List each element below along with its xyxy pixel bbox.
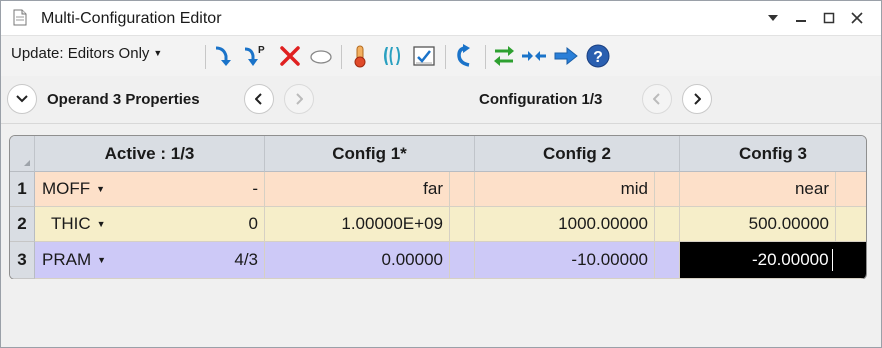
operand-param-cell[interactable]: - [170,172,265,207]
chevron-down-icon: ▼ [97,255,107,265]
operand-param-cell[interactable]: 0 [170,207,265,242]
empty-area [1,279,881,347]
config-1-value-cell[interactable]: 1.00000E+09 [265,207,450,242]
maximize-button[interactable] [817,7,841,29]
delete-operand-icon[interactable] [277,43,303,69]
row-number[interactable]: 3 [10,242,35,279]
solve-cell[interactable] [836,172,866,207]
ellipse-icon[interactable] [308,43,334,69]
operand-type-dropdown[interactable]: PRAM ▼ [35,242,170,279]
previous-configuration-button[interactable] [642,84,672,114]
collapse-arrows-icon[interactable] [521,43,547,69]
solve-cell[interactable] [655,172,680,207]
expand-properties-button[interactable] [7,84,37,114]
swap-arrows-icon[interactable] [491,43,517,69]
previous-operand-button[interactable] [244,84,274,114]
next-configuration-button[interactable] [682,84,712,114]
next-operand-button[interactable] [284,84,314,114]
config-3-value-cell[interactable]: 500.00000 [680,207,836,242]
operand-type-label: PRAM [42,250,92,269]
configuration-grid: Active : 1/3 Config 1* Config 2 Config 3… [9,135,867,280]
chevron-down-icon: ▼ [153,48,163,58]
chevron-down-icon [16,95,28,103]
solve-cell[interactable] [450,172,475,207]
config-1-value-cell[interactable]: far [265,172,450,207]
chevron-left-icon [255,93,262,105]
title-bar: Multi-Configuration Editor [1,1,881,35]
dropdown-arrow-icon[interactable] [761,7,785,29]
config-2-value-cell[interactable]: 1000.00000 [475,207,655,242]
arrow-right-icon[interactable] [553,43,579,69]
insert-operand-icon[interactable] [211,43,237,69]
toolbar-separator [205,45,206,69]
lens-elements-icon[interactable] [379,43,405,69]
config-3-value-cell-editing[interactable]: -20.00000 [680,242,866,279]
chevron-left-icon [653,93,660,105]
config-3-value-cell[interactable]: near [680,172,836,207]
toolbar-separator [341,45,342,69]
editing-value: -20.00000 [752,250,829,269]
operand-type-label: MOFF [42,179,91,198]
chevron-down-icon: ▼ [96,219,106,229]
operand-properties-label: Operand 3 Properties [47,91,200,108]
config-1-value-cell[interactable]: 0.00000 [265,242,450,279]
toolbar-separator [485,45,486,69]
operand-param-cell[interactable]: 4/3 [170,242,265,279]
window-title: Multi-Configuration Editor [41,10,222,27]
operand-type-dropdown[interactable]: THIC ▼ [35,207,170,242]
chevron-right-icon [296,93,303,105]
toolbar-separator [445,45,446,69]
toolbar: Update: Editors Only ▼ P ? [1,35,881,76]
insert-after-icon[interactable]: P [241,43,267,69]
configuration-label: Configuration 1/3 [479,91,603,108]
row-number[interactable]: 2 [10,207,35,242]
help-icon[interactable]: ? [585,43,611,69]
operand-type-dropdown[interactable]: MOFF ▼ [35,172,170,207]
check-checkbox-icon[interactable] [411,43,437,69]
close-button[interactable] [845,7,869,29]
chevron-down-icon: ▼ [96,184,106,194]
make-thermal-icon[interactable] [347,43,373,69]
config-2-value-cell[interactable]: -10.00000 [475,242,655,279]
text-cursor [831,249,833,271]
solve-cell[interactable] [655,207,680,242]
solve-cell[interactable] [655,242,680,279]
solve-cell[interactable] [450,242,475,279]
solve-cell[interactable] [450,207,475,242]
svg-text:P: P [258,45,265,56]
header-active[interactable]: Active : 1/3 [35,136,265,172]
config-2-value-cell[interactable]: mid [475,172,655,207]
minimize-button[interactable] [789,7,813,29]
update-mode-dropdown[interactable]: Update: Editors Only ▼ [11,45,162,62]
undo-icon[interactable] [451,43,477,69]
row-number[interactable]: 1 [10,172,35,207]
operand-navigation-bar: Operand 3 Properties Configuration 1/3 [1,77,881,124]
multi-config-editor-window: Multi-Configuration Editor Update: Edito… [0,0,882,348]
header-config-3[interactable]: Config 3 [680,136,866,172]
chevron-right-icon [694,93,701,105]
grid-corner[interactable] [10,136,35,172]
operand-type-label: THIC [51,214,91,233]
svg-text:?: ? [593,49,603,66]
header-config-1[interactable]: Config 1* [265,136,475,172]
solve-cell[interactable] [836,207,866,242]
update-mode-label: Update: Editors Only [11,45,150,62]
document-icon [13,9,27,26]
header-config-2[interactable]: Config 2 [475,136,680,172]
